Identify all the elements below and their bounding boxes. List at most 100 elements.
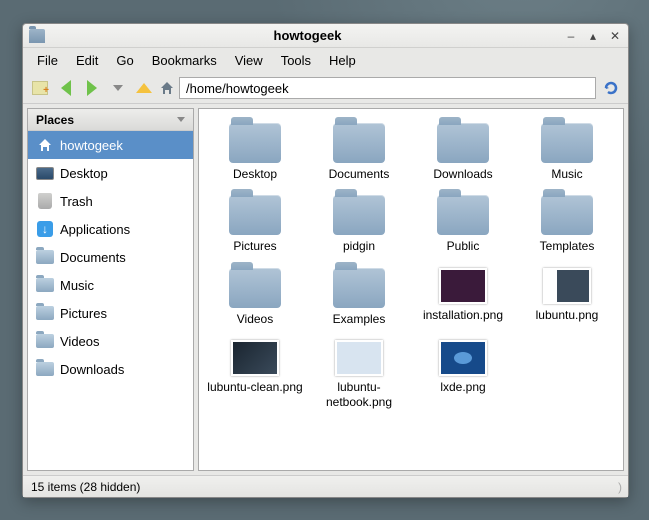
new-tab-button[interactable] <box>29 77 51 99</box>
folder-icon <box>36 362 54 376</box>
menu-bookmarks[interactable]: Bookmarks <box>144 51 225 70</box>
file-label: Downloads <box>433 167 492 181</box>
sidebar-item[interactable]: Desktop <box>28 159 193 187</box>
menu-edit[interactable]: Edit <box>68 51 106 70</box>
maximize-button[interactable]: ▴ <box>586 29 600 43</box>
titlebar[interactable]: howtogeek – ▴ ✕ <box>23 24 628 48</box>
home-icon <box>159 80 175 96</box>
new-tab-icon <box>32 81 48 95</box>
sidebar-item[interactable]: Documents <box>28 243 193 271</box>
file-item[interactable]: pidgin <box>309 191 409 257</box>
sidebar-item[interactable]: ↓Applications <box>28 215 193 243</box>
file-manager-window: howtogeek – ▴ ✕ File Edit Go Bookmarks V… <box>22 23 629 498</box>
image-thumbnail <box>231 340 279 376</box>
file-item[interactable]: Examples <box>309 264 409 330</box>
file-label: Examples <box>333 312 386 326</box>
sidebar-item[interactable]: Trash <box>28 187 193 215</box>
menu-go[interactable]: Go <box>108 51 141 70</box>
sidebar-header-label: Places <box>36 113 74 127</box>
file-label: lubuntu-netbook.png <box>311 380 407 409</box>
file-item[interactable]: Templates <box>517 191 617 257</box>
arrow-left-icon <box>61 80 71 96</box>
folder-icon <box>229 195 281 235</box>
desktop-icon <box>36 167 54 180</box>
arrow-up-icon <box>136 83 152 93</box>
minimize-button[interactable]: – <box>564 29 578 43</box>
applications-icon: ↓ <box>37 221 53 237</box>
file-item[interactable]: lubuntu-clean.png <box>205 336 305 413</box>
path-input[interactable] <box>179 77 596 99</box>
window-title: howtogeek <box>51 28 564 43</box>
resize-grip[interactable]: ) <box>618 480 620 494</box>
file-item[interactable]: Desktop <box>205 119 305 185</box>
file-item[interactable]: lubuntu.png <box>517 264 617 330</box>
sidebar-item-label: Desktop <box>60 166 108 181</box>
sidebar-item[interactable]: Videos <box>28 327 193 355</box>
file-label: lubuntu.png <box>536 308 599 322</box>
sidebar-item-label: howtogeek <box>60 138 123 153</box>
folder-icon <box>36 278 54 292</box>
folder-icon <box>333 123 385 163</box>
file-label: lubuntu-clean.png <box>207 380 302 394</box>
history-dropdown[interactable] <box>107 77 129 99</box>
file-item[interactable]: lubuntu-netbook.png <box>309 336 409 413</box>
sidebar-item[interactable]: Music <box>28 271 193 299</box>
status-text: 15 items (28 hidden) <box>31 480 140 494</box>
up-button[interactable] <box>133 77 155 99</box>
close-button[interactable]: ✕ <box>608 29 622 43</box>
folder-icon <box>437 195 489 235</box>
chevron-down-icon <box>177 117 185 122</box>
file-item[interactable]: Music <box>517 119 617 185</box>
file-label: pidgin <box>343 239 375 253</box>
icon-pane[interactable]: Desktop Documents Downloads Music Pictures pi… <box>198 108 624 471</box>
file-item[interactable]: lxde.png <box>413 336 513 413</box>
sidebar-item[interactable]: Pictures <box>28 299 193 327</box>
image-thumbnail <box>335 340 383 376</box>
sidebar-item[interactable]: howtogeek <box>28 131 193 159</box>
chevron-down-icon <box>113 85 123 91</box>
back-button[interactable] <box>55 77 77 99</box>
toolbar <box>23 73 628 103</box>
file-item[interactable]: Public <box>413 191 513 257</box>
image-thumbnail <box>439 268 487 304</box>
go-button[interactable] <box>600 77 622 99</box>
sidebar-item-label: Documents <box>60 250 126 265</box>
arrow-right-icon <box>87 80 97 96</box>
file-label: Public <box>447 239 480 253</box>
file-item[interactable]: Downloads <box>413 119 513 185</box>
file-label: Music <box>551 167 582 181</box>
file-item[interactable]: Pictures <box>205 191 305 257</box>
sidebar-item-label: Downloads <box>60 362 124 377</box>
file-item[interactable]: Documents <box>309 119 409 185</box>
folder-icon <box>541 123 593 163</box>
file-label: installation.png <box>423 308 503 322</box>
folder-icon <box>333 268 385 308</box>
reload-icon <box>602 79 620 97</box>
sidebar-header[interactable]: Places <box>28 109 193 131</box>
sidebar-item-label: Pictures <box>60 306 107 321</box>
menu-file[interactable]: File <box>29 51 66 70</box>
menu-help[interactable]: Help <box>321 51 364 70</box>
icon-grid: Desktop Documents Downloads Music Pictures pi… <box>205 119 617 413</box>
sidebar-item[interactable]: Downloads <box>28 355 193 383</box>
file-item[interactable]: installation.png <box>413 264 513 330</box>
forward-button[interactable] <box>81 77 103 99</box>
home-button[interactable] <box>159 81 175 95</box>
folder-icon <box>36 306 54 320</box>
folder-icon <box>229 268 281 308</box>
folder-icon <box>541 195 593 235</box>
window-controls: – ▴ ✕ <box>564 29 622 43</box>
file-item[interactable]: Videos <box>205 264 305 330</box>
folder-icon <box>36 250 54 264</box>
file-label: lxde.png <box>440 380 485 394</box>
menu-view[interactable]: View <box>227 51 271 70</box>
statusbar: 15 items (28 hidden) ) <box>23 475 628 497</box>
folder-icon <box>333 195 385 235</box>
folder-icon <box>229 123 281 163</box>
sidebar-list: howtogeek Desktop Trash↓Applications Docume… <box>28 131 193 470</box>
menu-tools[interactable]: Tools <box>273 51 319 70</box>
content-area: Places howtogeek Desktop Trash↓Application… <box>23 103 628 475</box>
folder-icon <box>36 334 54 348</box>
file-label: Documents <box>329 167 390 181</box>
menubar: File Edit Go Bookmarks View Tools Help <box>23 48 628 73</box>
